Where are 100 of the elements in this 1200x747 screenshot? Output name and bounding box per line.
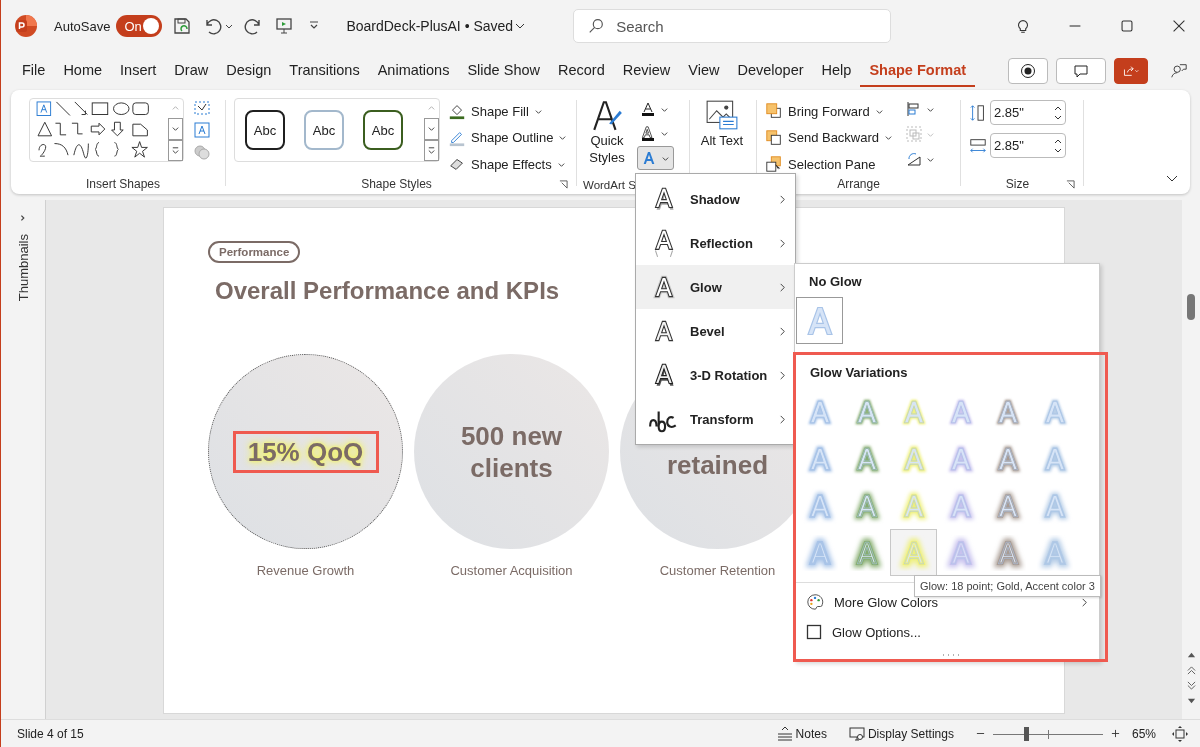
scrollbar-thumb[interactable] bbox=[1187, 294, 1195, 320]
ribbon-tab[interactable]: Design bbox=[217, 55, 281, 87]
style-preset[interactable]: Abc bbox=[304, 110, 344, 150]
comments-button[interactable] bbox=[1056, 58, 1106, 84]
more-icon bbox=[427, 145, 436, 155]
slide-title: Overall Performance and KPIs bbox=[215, 277, 560, 305]
maximize-icon[interactable] bbox=[1118, 17, 1136, 35]
group-label: Insert Shapes bbox=[84, 177, 161, 191]
menu-item[interactable]: Transform bbox=[636, 397, 795, 441]
section-tag: Performance bbox=[208, 241, 301, 263]
presentation-icon[interactable] bbox=[274, 16, 295, 36]
no-glow-option[interactable] bbox=[796, 297, 843, 344]
save-icon[interactable] bbox=[172, 16, 193, 36]
shape-styles-gallery[interactable]: Abc Abc Abc bbox=[234, 98, 440, 162]
coauthor-icon[interactable] bbox=[1170, 62, 1188, 80]
more-button[interactable] bbox=[424, 139, 439, 161]
autosave-label: AutoSave bbox=[54, 18, 111, 34]
autosave-toggle[interactable]: On bbox=[116, 15, 163, 37]
ribbon-tab[interactable]: View bbox=[679, 55, 729, 87]
bring-forward-icon bbox=[765, 102, 783, 120]
glow-options-item[interactable]: Glow Options... bbox=[796, 617, 1105, 647]
scroll-down-icon[interactable] bbox=[1186, 696, 1196, 705]
document-title[interactable]: BoardDeck-PlusAI • Saved bbox=[346, 18, 514, 34]
previous-slide-icon[interactable] bbox=[1186, 666, 1196, 675]
thumbnails-label[interactable]: Thumbnails bbox=[15, 234, 31, 302]
share-icon bbox=[1123, 63, 1139, 79]
caret-icon bbox=[884, 133, 894, 142]
menu-item[interactable]: Bevel bbox=[636, 309, 795, 353]
dialog-launcher-icon[interactable] bbox=[1066, 179, 1075, 189]
display-settings-button[interactable]: Display Settings bbox=[848, 725, 954, 742]
picture-text-icon bbox=[705, 98, 739, 132]
shape-command[interactable]: Shape Effects bbox=[448, 153, 568, 175]
caret-icon bbox=[171, 124, 180, 134]
spinner-icon bbox=[1054, 104, 1062, 121]
fit-slide-icon[interactable] bbox=[1172, 725, 1188, 742]
style-preset[interactable]: Abc bbox=[245, 110, 285, 150]
group-label: Size bbox=[1004, 177, 1031, 191]
scroll-down-button[interactable] bbox=[424, 118, 439, 140]
zoom-in-icon[interactable] bbox=[1110, 729, 1120, 738]
merge-shapes-icon bbox=[192, 142, 212, 162]
send-backward-icon bbox=[765, 128, 783, 147]
notes-button[interactable]: Notes bbox=[776, 725, 827, 742]
height-icon bbox=[969, 103, 987, 122]
ribbon-tab[interactable]: Insert bbox=[111, 55, 166, 87]
kpi-caption: Customer Retention bbox=[659, 563, 776, 578]
ribbon-tab[interactable]: Developer bbox=[728, 55, 813, 87]
dialog-launcher-icon[interactable] bbox=[559, 179, 568, 189]
search-field[interactable]: Search bbox=[573, 9, 892, 43]
record-button[interactable] bbox=[1008, 58, 1048, 84]
ribbon-tab[interactable]: Record bbox=[549, 55, 614, 87]
arrange-command[interactable]: Bring Forward bbox=[765, 100, 895, 122]
zoom-slider-thumb[interactable] bbox=[1023, 726, 1029, 741]
chevron-right-icon bbox=[1080, 597, 1089, 607]
zoom-level[interactable]: 65% bbox=[1131, 726, 1156, 741]
rotate-icon bbox=[906, 151, 922, 167]
style-preset[interactable]: Abc bbox=[363, 110, 403, 150]
slide-counter: Slide 4 of 15 bbox=[17, 726, 84, 741]
ribbon-tab[interactable]: Transitions bbox=[280, 55, 369, 87]
width-field[interactable]: 2.85" bbox=[990, 133, 1066, 158]
palette-icon bbox=[806, 593, 824, 611]
text-box-icon[interactable] bbox=[192, 120, 212, 140]
menu-item[interactable]: Glow bbox=[636, 265, 795, 309]
ribbon-tab[interactable]: Help bbox=[812, 55, 861, 87]
section-heading: Glow Variations bbox=[810, 365, 909, 380]
text-outline-icon bbox=[640, 125, 656, 141]
ribbon-tab[interactable]: Draw bbox=[165, 55, 218, 87]
app-logo-icon bbox=[14, 14, 38, 38]
ribbon-tab[interactable]: Review bbox=[613, 55, 680, 87]
share-button[interactable] bbox=[1114, 58, 1148, 84]
scroll-up-icon[interactable] bbox=[1186, 651, 1196, 660]
ribbon-tab[interactable]: File bbox=[13, 55, 55, 87]
arrange-command[interactable]: Send Backward bbox=[765, 126, 895, 149]
quick-styles-button[interactable]: Quick Styles bbox=[585, 98, 629, 179]
shape-command[interactable]: Shape Fill bbox=[448, 100, 568, 122]
record-icon bbox=[1020, 63, 1036, 79]
chevron-right-icon bbox=[778, 326, 787, 336]
scroll-down-button[interactable] bbox=[168, 118, 183, 140]
ribbon-tab[interactable]: Slide Show bbox=[458, 55, 549, 87]
height-field[interactable]: 2.85" bbox=[990, 100, 1066, 125]
ribbon-tab[interactable]: Home bbox=[54, 55, 112, 87]
group-label: WordArt S bbox=[583, 179, 636, 191]
shape-command[interactable]: Shape Outline bbox=[448, 126, 568, 149]
ribbon-tab[interactable]: Animations bbox=[368, 55, 459, 87]
monitor-icon bbox=[848, 725, 865, 742]
chevron-icon[interactable] bbox=[515, 21, 526, 31]
more-button[interactable] bbox=[168, 139, 183, 161]
letter-brush-icon bbox=[590, 98, 624, 132]
next-slide-icon[interactable] bbox=[1186, 681, 1196, 690]
ribbon-tab[interactable]: Shape Format bbox=[860, 55, 976, 87]
section-heading: No Glow bbox=[809, 274, 863, 289]
menu-item[interactable]: Reflection bbox=[636, 221, 795, 265]
expand-icon[interactable] bbox=[19, 214, 27, 222]
menu-item[interactable]: 3-D Rotation bbox=[636, 353, 795, 397]
text-fill-icon bbox=[640, 101, 656, 117]
arrange-command[interactable]: Selection Pane bbox=[765, 153, 895, 175]
zoom-slider[interactable] bbox=[992, 725, 1103, 742]
edit-shape-icon[interactable] bbox=[192, 98, 212, 118]
chevron-right-icon bbox=[778, 414, 787, 424]
chevron-right-icon bbox=[778, 370, 787, 380]
tooltip: Glow: 18 point; Gold, Accent color 3 bbox=[914, 575, 1101, 597]
